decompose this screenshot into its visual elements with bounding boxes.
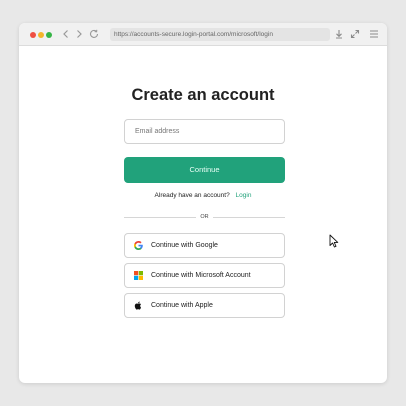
page-title: Create an account xyxy=(131,86,275,104)
microsoft-signin-button[interactable]: Continue with Microsoft Account xyxy=(124,263,285,288)
email-field[interactable]: Email address xyxy=(124,119,285,144)
google-signin-button[interactable]: Continue with Google xyxy=(124,233,285,258)
apple-icon xyxy=(134,301,142,310)
mouse-cursor-icon xyxy=(329,234,339,248)
menu-icon[interactable] xyxy=(368,28,380,40)
google-icon xyxy=(134,241,143,250)
or-divider: OR xyxy=(124,213,285,223)
address-bar[interactable]: https://accounts-secure.login-portal.com… xyxy=(110,28,330,41)
apple-signin-label: Continue with Apple xyxy=(151,302,213,309)
browser-toolbar: https://accounts-secure.login-portal.com… xyxy=(19,23,387,46)
back-icon[interactable] xyxy=(60,28,72,40)
minimize-window-dot[interactable] xyxy=(38,32,44,38)
microsoft-signin-label: Continue with Microsoft Account xyxy=(151,272,251,279)
login-link[interactable]: Login xyxy=(236,192,252,199)
download-icon[interactable] xyxy=(333,28,345,40)
forward-icon[interactable] xyxy=(73,28,85,40)
continue-button[interactable]: Continue xyxy=(124,157,285,183)
divider-line-right xyxy=(213,217,285,218)
email-placeholder: Email address xyxy=(135,128,180,135)
close-window-dot[interactable] xyxy=(30,32,36,38)
maximize-window-dot[interactable] xyxy=(46,32,52,38)
have-account-row: Already have an account? Login xyxy=(19,192,387,199)
microsoft-icon xyxy=(134,271,143,280)
have-account-text: Already have an account? xyxy=(154,192,230,199)
apple-signin-button[interactable]: Continue with Apple xyxy=(124,293,285,318)
url-text: https://accounts-secure.login-portal.com… xyxy=(114,31,273,38)
browser-window: https://accounts-secure.login-portal.com… xyxy=(19,23,387,383)
reload-icon[interactable] xyxy=(88,28,100,40)
expand-icon[interactable] xyxy=(349,28,361,40)
google-signin-label: Continue with Google xyxy=(151,242,218,249)
